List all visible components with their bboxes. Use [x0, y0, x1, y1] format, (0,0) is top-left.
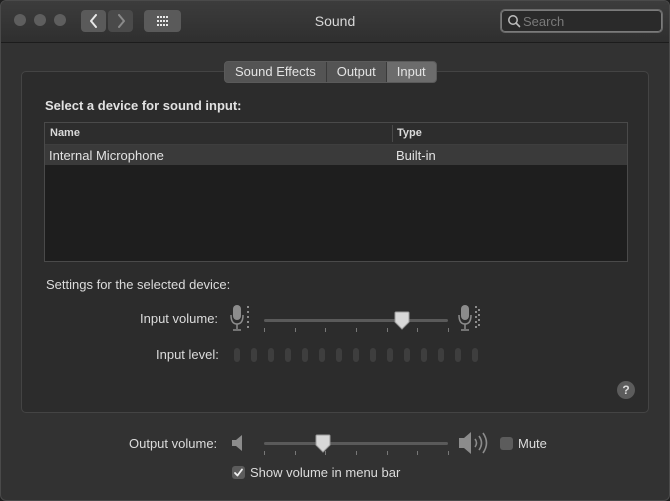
- output-volume-slider-thumb[interactable]: [315, 434, 331, 454]
- close-window-button[interactable]: [14, 14, 26, 26]
- slider-tick: [295, 451, 296, 455]
- slider-tick: [417, 451, 418, 455]
- slider-tick: [417, 328, 418, 332]
- table-row[interactable]: Internal Microphone Built-in: [45, 145, 627, 165]
- zoom-window-button[interactable]: [54, 14, 66, 26]
- tab-bar: Sound Effects Output Input: [224, 61, 437, 83]
- output-volume-slider[interactable]: [264, 442, 448, 445]
- checkmark-icon: [234, 468, 243, 477]
- sound-preferences-window: Sound Sound Effects Output Input Select …: [0, 0, 670, 501]
- input-level-segment: [370, 348, 376, 362]
- slider-tick: [448, 328, 449, 332]
- column-header-name[interactable]: Name: [50, 127, 80, 139]
- input-level-segment: [251, 348, 257, 362]
- device-type-cell: Built-in: [396, 148, 436, 163]
- input-level-segment: [455, 348, 461, 362]
- search-input[interactable]: [523, 11, 655, 31]
- title-bar: Sound: [1, 1, 669, 43]
- input-volume-slider-thumb[interactable]: [394, 311, 410, 331]
- speaker-low-icon: [232, 435, 242, 451]
- input-level-segment: [438, 348, 444, 362]
- input-device-table: Name Type Internal Microphone Built-in: [44, 122, 628, 262]
- show-volume-in-menu-bar-label[interactable]: Show volume in menu bar: [250, 465, 400, 480]
- microphone-high-icon: [458, 305, 480, 331]
- input-level-segment: [472, 348, 478, 362]
- slider-tick: [387, 451, 388, 455]
- input-level-segment: [404, 348, 410, 362]
- input-level-segment: [234, 348, 240, 362]
- search-icon: [508, 15, 521, 28]
- slider-tick: [387, 328, 388, 332]
- tab-input[interactable]: Input: [386, 62, 436, 82]
- slider-tick: [325, 328, 326, 332]
- input-level-segment: [421, 348, 427, 362]
- slider-tick: [448, 451, 449, 455]
- input-volume-label: Input volume:: [140, 311, 219, 326]
- input-level-segment: [268, 348, 274, 362]
- show-all-button[interactable]: [144, 10, 181, 32]
- slider-tick: [295, 328, 296, 332]
- slider-tick: [356, 328, 357, 332]
- tab-output[interactable]: Output: [327, 62, 387, 82]
- input-volume-slider[interactable]: [264, 319, 448, 322]
- microphone-low-icon: [230, 305, 249, 331]
- tab-sound-effects[interactable]: Sound Effects: [225, 62, 327, 82]
- device-settings-heading: Settings for the selected device:: [46, 277, 231, 292]
- mute-checkbox[interactable]: [500, 437, 513, 450]
- input-level-label: Input level:: [156, 347, 219, 362]
- column-header-type[interactable]: Type: [397, 127, 422, 139]
- search-field[interactable]: [500, 9, 663, 33]
- column-divider: [392, 125, 393, 142]
- input-level-segment: [319, 348, 325, 362]
- output-volume-label: Output volume:: [129, 436, 218, 451]
- chevron-left-icon: [89, 14, 97, 28]
- grid-icon: [156, 16, 168, 26]
- slider-tick: [356, 451, 357, 455]
- help-button[interactable]: ?: [617, 381, 635, 399]
- input-level-segment: [336, 348, 342, 362]
- show-volume-in-menu-bar-checkbox[interactable]: [232, 466, 245, 479]
- table-header: Name Type: [45, 123, 627, 145]
- slider-tick: [264, 451, 265, 455]
- device-list-heading: Select a device for sound input:: [45, 98, 242, 113]
- slider-tick: [264, 328, 265, 332]
- forward-button[interactable]: [108, 10, 133, 32]
- input-level-segment: [302, 348, 308, 362]
- input-level-segment: [387, 348, 393, 362]
- chevron-right-icon: [117, 14, 125, 28]
- mute-label[interactable]: Mute: [518, 436, 547, 451]
- input-level-segment: [285, 348, 291, 362]
- speaker-high-icon: [459, 432, 488, 454]
- input-level-segment: [353, 348, 359, 362]
- minimize-window-button[interactable]: [34, 14, 46, 26]
- back-button[interactable]: [81, 10, 106, 32]
- device-name-cell: Internal Microphone: [49, 148, 164, 163]
